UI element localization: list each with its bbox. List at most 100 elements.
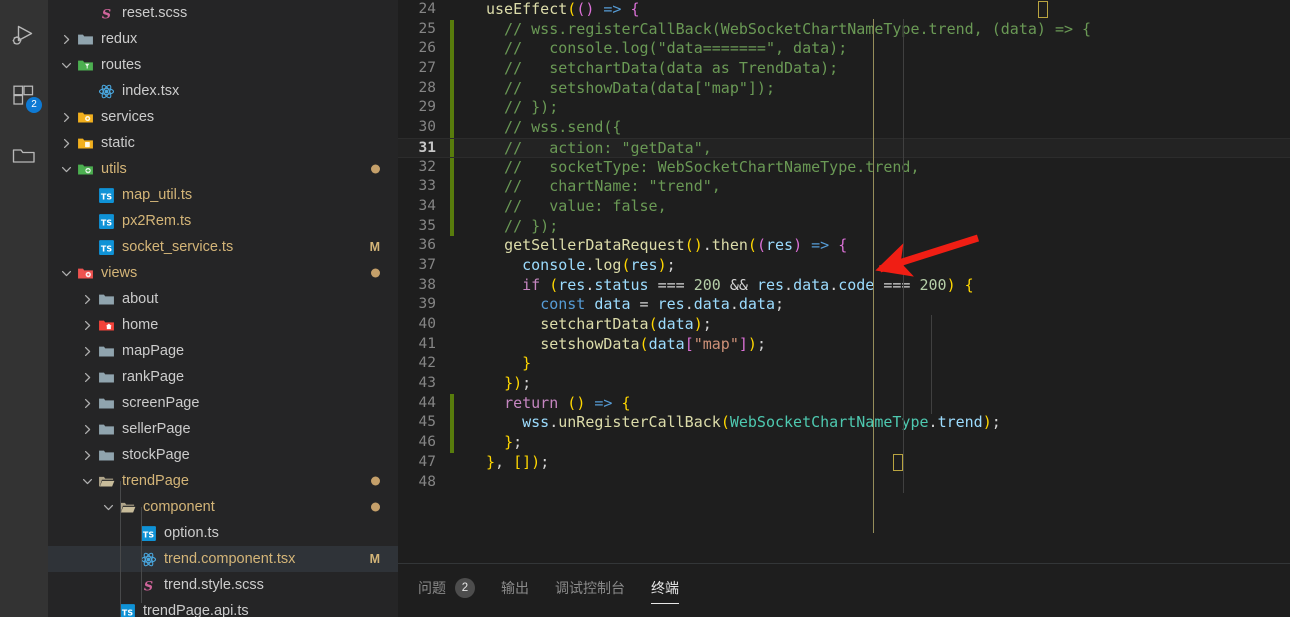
code-line[interactable]: 34 // value: false, <box>398 196 1290 217</box>
code-line[interactable]: 38 if (res.status === 200 && res.data.co… <box>398 276 1290 296</box>
tree-item-redux[interactable]: redux <box>48 26 398 52</box>
tree-item-label: option.ts <box>164 525 219 541</box>
run-debug-icon <box>11 23 37 49</box>
code-line[interactable]: 35 // }); <box>398 216 1290 237</box>
code-line[interactable]: 26 // console.log("data=======", data); <box>398 39 1290 60</box>
chevron-right-icon[interactable] <box>58 130 74 156</box>
tree-item-services[interactable]: services <box>48 104 398 130</box>
line-number: 28 <box>418 79 436 96</box>
chevron-down-icon[interactable] <box>79 468 95 494</box>
chevron-down-icon[interactable] <box>58 52 74 78</box>
chevron-right-icon[interactable] <box>58 26 74 52</box>
folder-static <box>74 130 96 156</box>
line-number: 31 <box>418 139 436 156</box>
code-line[interactable]: 27 // setchartData(data as TrendData); <box>398 59 1290 79</box>
chevron-right-icon[interactable] <box>79 312 95 338</box>
tree-item-component[interactable]: component <box>48 494 398 520</box>
code-line[interactable]: 33 // chartName: "trend", <box>398 177 1290 197</box>
chevron-down-icon[interactable] <box>100 494 116 520</box>
code-line-text: // console.log("data=======", data); <box>486 39 848 58</box>
line-number: 30 <box>418 119 436 136</box>
chevron-right-icon[interactable] <box>79 442 95 468</box>
tree-item-about[interactable]: about <box>48 286 398 312</box>
tree-item-label: about <box>122 291 159 307</box>
tree-item-trend-style-scss[interactable]: Strend.style.scss <box>48 572 398 598</box>
panel-tab[interactable]: 问题 2 <box>418 564 475 600</box>
tree-item-reset-scss[interactable]: Sreset.scss <box>48 0 398 26</box>
line-number: 36 <box>418 237 436 254</box>
code-line-text: getSellerDataRequest().then((res) => { <box>504 236 848 255</box>
code-line[interactable]: 37 console.log(res); <box>398 256 1290 276</box>
tree-item-screenpage[interactable]: screenPage <box>48 390 398 416</box>
activity-item-extensions[interactable]: 2 <box>0 72 48 120</box>
code-line[interactable]: 36 getSellerDataRequest().then((res) => … <box>398 236 1290 256</box>
tree-item-rankpage[interactable]: rankPage <box>48 364 398 390</box>
code-line-text: setchartData(data); <box>540 315 712 333</box>
code-line[interactable]: 48 <box>398 473 1290 493</box>
extensions-count-badge: 2 <box>26 97 42 113</box>
code-line[interactable]: 29 // }); <box>398 98 1290 119</box>
code-line[interactable]: 32 // socketType: WebSocketChartNameType… <box>398 157 1290 178</box>
tree-item-utils[interactable]: utils <box>48 156 398 182</box>
tree-item-routes[interactable]: routes <box>48 52 398 78</box>
folder-grey <box>95 338 117 364</box>
activity-item-run-and-debug[interactable] <box>0 12 48 60</box>
tree-item-label: stockPage <box>122 447 190 463</box>
tree-item-sellerpage[interactable]: sellerPage <box>48 416 398 442</box>
code-line[interactable]: 31 // action: "getData", <box>398 137 1290 158</box>
code-editor[interactable]: 24 useEffect(() => {25 // wss.registerCal… <box>398 0 1290 563</box>
panel-tab[interactable]: 终端 <box>651 564 679 604</box>
code-line[interactable]: 39 const data = res.data.data; <box>398 295 1290 315</box>
tree-item-label: views <box>101 265 138 281</box>
code-line[interactable]: 43 }); <box>398 374 1290 394</box>
tree-item-trendpage-api-ts[interactable]: TS trendPage.api.ts <box>48 598 398 617</box>
code-line[interactable]: 47}, []); <box>398 453 1290 473</box>
code-line[interactable]: 46 }; <box>398 433 1290 453</box>
line-number: 33 <box>418 178 436 195</box>
twisty-placeholder <box>100 598 116 617</box>
panel-tab[interactable]: 调试控制台 <box>555 564 625 600</box>
panel-tab[interactable]: 输出 <box>501 564 529 600</box>
tree-item-views[interactable]: views <box>48 260 398 286</box>
tree-item-stockpage[interactable]: stockPage <box>48 442 398 468</box>
folder-open <box>95 468 117 494</box>
tree-item-option-ts[interactable]: TS option.ts <box>48 520 398 546</box>
tree-item-home[interactable]: home <box>48 312 398 338</box>
chevron-down-icon[interactable] <box>58 156 74 182</box>
tree-item-label: home <box>122 317 159 333</box>
code-line[interactable]: 44 return () => { <box>398 393 1290 414</box>
activity-item-folder[interactable] <box>0 132 48 180</box>
code-line[interactable]: 45 wss.unRegisterCallBack(WebSocketChart… <box>398 413 1290 434</box>
chevron-right-icon[interactable] <box>58 104 74 130</box>
chevron-right-icon[interactable] <box>79 338 95 364</box>
chevron-right-icon[interactable] <box>79 390 95 416</box>
tree-item-trendpage[interactable]: trendPage <box>48 468 398 494</box>
tree-item-map-util-ts[interactable]: TS map_util.ts <box>48 182 398 208</box>
tree-item-mappage[interactable]: mapPage <box>48 338 398 364</box>
tree-item-label: sellerPage <box>122 421 191 437</box>
chevron-right-icon[interactable] <box>79 286 95 312</box>
tree-item-px2rem-ts[interactable]: TS px2Rem.ts <box>48 208 398 234</box>
chevron-down-icon[interactable] <box>58 260 74 286</box>
react-icon <box>95 78 117 104</box>
svg-text:TS: TS <box>142 530 153 539</box>
tree-item-socket-service-ts[interactable]: TS socket_service.ts M <box>48 234 398 260</box>
code-line[interactable]: 40 setchartData(data); <box>398 315 1290 335</box>
tree-item-index-tsx[interactable]: index.tsx <box>48 78 398 104</box>
tree-item-static[interactable]: static <box>48 130 398 156</box>
explorer-sidebar[interactable]: Sreset.scss redux routes index.tsx services s… <box>48 0 398 617</box>
code-line[interactable]: 24 useEffect(() => { <box>398 0 1290 20</box>
chevron-right-icon[interactable] <box>79 416 95 442</box>
tree-item-label: rankPage <box>122 369 185 385</box>
line-number: 27 <box>418 60 436 77</box>
code-line-text: // setshowData(data["map"]); <box>486 78 775 97</box>
tree-item-trend-component-tsx[interactable]: trend.component.tsx M <box>48 546 398 572</box>
code-line[interactable]: 28 // setshowData(data["map"]); <box>398 78 1290 99</box>
line-number: 32 <box>418 158 436 175</box>
code-line[interactable]: 42 } <box>398 354 1290 374</box>
code-line[interactable]: 41 setshowData(data["map"]); <box>398 335 1290 355</box>
twisty-placeholder <box>121 520 137 546</box>
chevron-right-icon[interactable] <box>79 364 95 390</box>
code-line[interactable]: 30 // wss.send({ <box>398 118 1290 138</box>
code-line[interactable]: 25 // wss.registerCallBack(WebSocketChar… <box>398 19 1290 40</box>
